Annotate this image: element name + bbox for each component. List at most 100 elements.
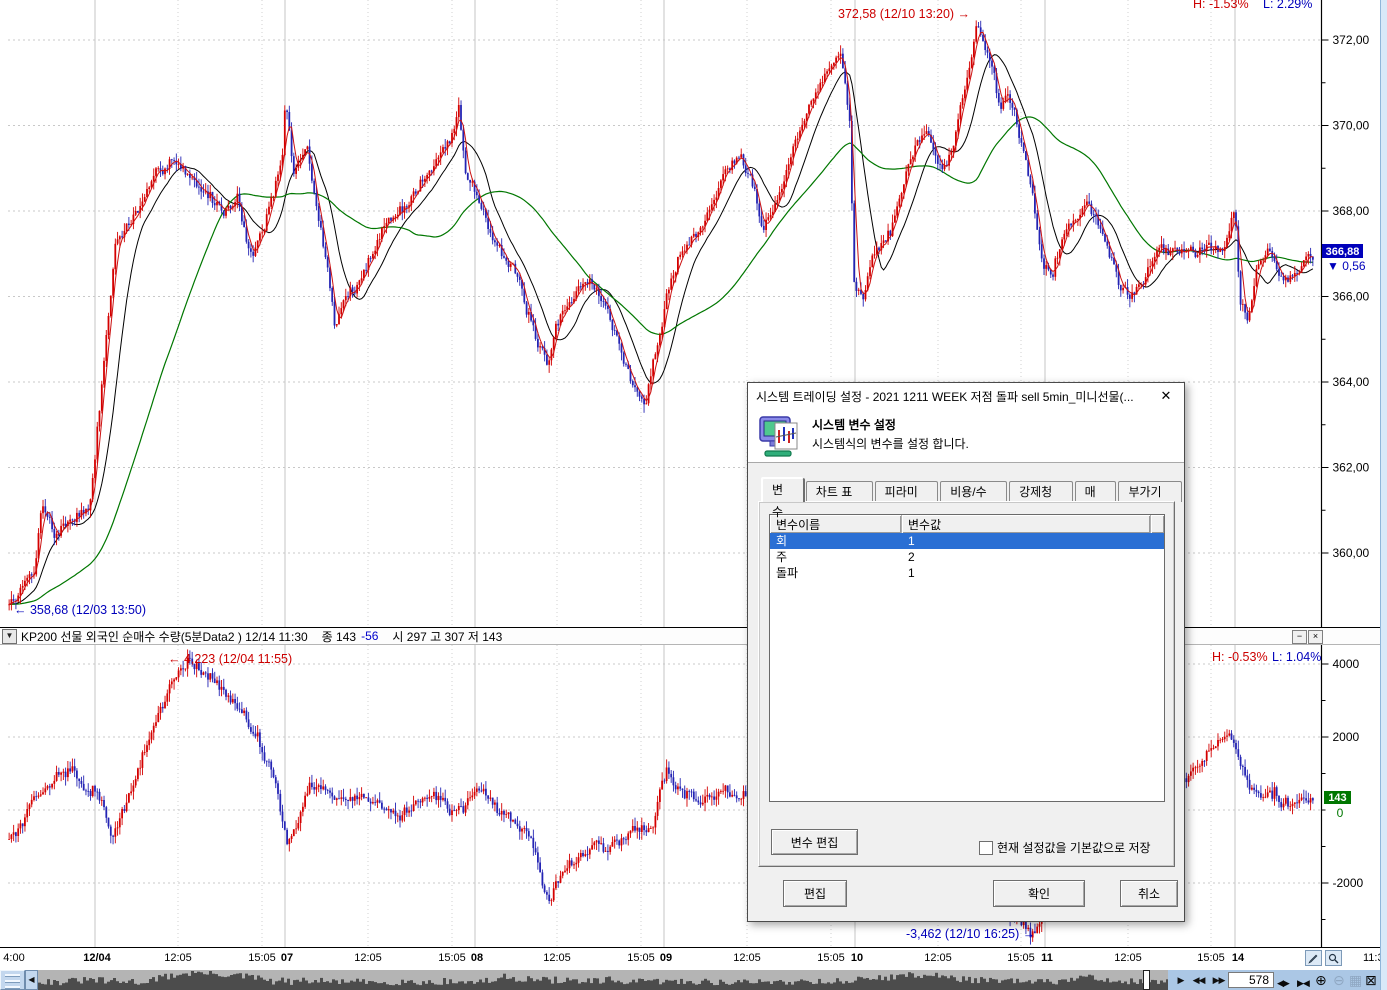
- y-axis-label: 360,00: [1333, 546, 1370, 560]
- variable-name: 회: [770, 533, 902, 549]
- y-axis-label: -2000: [1333, 876, 1364, 890]
- history-silhouette: [38, 970, 1168, 990]
- expand-bars-icon[interactable]: ◀▶: [1277, 974, 1289, 990]
- column-variable-value[interactable]: 변수값: [902, 515, 1151, 533]
- time-axis-label: 12/04: [83, 952, 111, 964]
- tab-4[interactable]: 비용/수량: [940, 481, 1007, 502]
- system-trading-settings-dialog: 시스템 트레이딩 설정 - 2021 1211 WEEK 저점 돌파 sell …: [747, 382, 1185, 922]
- cancel-button[interactable]: 취소: [1120, 880, 1178, 907]
- variable-row[interactable]: 돌파1: [770, 565, 1164, 581]
- dialog-titlebar[interactable]: 시스템 트레이딩 설정 - 2021 1211 WEEK 저점 돌파 sell …: [748, 383, 1184, 409]
- chart-annotation: -3,462 (12/10 16:25) →: [906, 927, 1035, 941]
- scroll-left-button[interactable]: ◀: [25, 970, 38, 990]
- tab-2[interactable]: 차트 표시: [806, 481, 873, 502]
- variables-list[interactable]: 변수이름 변수값 회1주2돌파1: [769, 514, 1165, 802]
- trading-app-window: 372,00 370,00 368,00 366,00 364,00 362,00 360,…: [0, 0, 1387, 990]
- time-axis-label: 15:05: [817, 952, 845, 964]
- change-value-text: 0: [1337, 806, 1344, 820]
- tab-6[interactable]: 매매: [1075, 481, 1117, 502]
- tab-5[interactable]: 강제청산: [1009, 481, 1073, 502]
- edit-button[interactable]: 편집: [783, 880, 847, 907]
- navigator-slider[interactable]: [1143, 970, 1150, 990]
- tab-7[interactable]: 부가기능: [1118, 481, 1182, 502]
- column-variable-name[interactable]: 변수이름: [770, 515, 902, 533]
- shrink-bars-icon[interactable]: ▶◀: [1297, 974, 1309, 990]
- chart-scroll-bar: ◀ ▶◀◀▶▶ ◀▶ ▶◀ ⊕ ⊖▦⊠: [0, 970, 1387, 990]
- draw-tool-button[interactable]: [1305, 950, 1322, 966]
- time-axis: 11:30 4:0012/0412:0515:050712:0515:05081…: [0, 947, 1387, 970]
- collapse-pane-button[interactable]: ▼: [2, 629, 17, 644]
- zoom-tool-button[interactable]: [1325, 950, 1342, 966]
- close-pane-button[interactable]: ×: [1308, 630, 1323, 644]
- lower-pane-title: KP200 선물 외국인 순매수 수량(5분Data2 ) 12/14 11:3…: [21, 628, 308, 645]
- time-axis-label: 15:05: [1197, 952, 1225, 964]
- zoom-out-icon[interactable]: ⊖: [1333, 971, 1345, 989]
- zoom-in-icon[interactable]: ⊕: [1315, 971, 1327, 989]
- low-percent-label: L: 2.29%: [1263, 0, 1312, 11]
- system-settings-icon: [757, 413, 805, 461]
- time-axis-label: 12:05: [1114, 952, 1142, 964]
- time-axis-label: 12:05: [354, 952, 382, 964]
- minimize-pane-button[interactable]: −: [1292, 630, 1307, 644]
- low-percent-label: L: 1.04%: [1272, 650, 1321, 664]
- history-navigator[interactable]: [38, 970, 1168, 990]
- chart-annotation: ← 358,68 (12/03 13:50): [14, 603, 146, 617]
- time-axis-label: 10: [851, 952, 863, 964]
- time-axis-label: 4:00: [3, 952, 24, 964]
- variable-row[interactable]: 주2: [770, 549, 1164, 565]
- change-value-text: ▼ 0,56: [1327, 259, 1366, 273]
- bar-count-input[interactable]: [1228, 972, 1274, 988]
- save-default-checkbox[interactable]: [979, 841, 993, 855]
- variable-value: 1: [902, 565, 1164, 581]
- splitter-grip-button[interactable]: [0, 970, 25, 990]
- dialog-header: 시스템 변수 설정 시스템식의 변수를 설정 합니다.: [748, 409, 1184, 463]
- y-axis-label: 372,00: [1333, 33, 1370, 47]
- variable-row[interactable]: 회1: [770, 533, 1164, 549]
- time-axis-label: 15:05: [438, 952, 466, 964]
- high-percent-label: H: -1.53%: [1193, 0, 1249, 11]
- chart-annotation: ← 4,223 (12/04 11:55): [168, 652, 292, 666]
- close-chart-icon[interactable]: ⊠: [1365, 971, 1377, 989]
- y-axis-label: 362,00: [1333, 461, 1370, 475]
- y-axis-label: 2000: [1333, 730, 1360, 744]
- time-axis-label: 14: [1232, 952, 1244, 964]
- column-extra: [1151, 515, 1164, 533]
- current-value-text: 143: [1328, 792, 1346, 804]
- grid-view-icon[interactable]: ▦: [1349, 971, 1362, 989]
- lower-pane-change-value: -56: [361, 629, 378, 643]
- variable-name: 주: [770, 549, 902, 565]
- tab-1[interactable]: 변수: [762, 478, 804, 502]
- chart-annotation: 372,58 (12/10 13:20) →: [838, 7, 970, 21]
- settings-tab-strip: 변수차트 표시피라미딩비용/수량강제청산매매부가기능: [762, 479, 1184, 502]
- time-axis-label: 11: [1041, 952, 1053, 964]
- time-axis-label: 12:05: [924, 952, 952, 964]
- ok-button[interactable]: 확인: [993, 880, 1085, 907]
- dialog-close-button[interactable]: ✕: [1152, 383, 1180, 409]
- variable-value: 2: [902, 549, 1164, 565]
- high-percent-label: H: -0.53%: [1212, 650, 1268, 664]
- time-axis-label: 12:05: [164, 952, 192, 964]
- time-axis-label: 12:05: [543, 952, 571, 964]
- variable-name: 돌파: [770, 565, 902, 581]
- time-axis-label: 15:05: [248, 952, 276, 964]
- window-right-frame: [1380, 0, 1387, 990]
- y-axis-label: 370,00: [1333, 119, 1370, 133]
- fast-backward-button[interactable]: ◀◀: [1190, 972, 1207, 988]
- time-axis-label: 15:05: [627, 952, 655, 964]
- pencil-icon: [1308, 953, 1319, 964]
- fast-forward-button[interactable]: ▶▶: [1210, 972, 1227, 988]
- lower-pane-ohl-values: 시 297 고 307 저 143: [392, 628, 502, 645]
- y-axis-label: 368,00: [1333, 204, 1370, 218]
- time-axis-label: 09: [660, 952, 672, 964]
- tab-3[interactable]: 피라미딩: [875, 481, 939, 502]
- edit-variable-button[interactable]: 변수 편집: [771, 829, 858, 855]
- time-axis-label: 08: [471, 952, 483, 964]
- save-default-checkbox-label[interactable]: 현재 설정값을 기본값으로 저장: [997, 839, 1151, 856]
- current-value-text: 366,88: [1326, 246, 1360, 258]
- y-axis-label: 364,00: [1333, 375, 1370, 389]
- lower-pane-close-value: 종 143: [322, 628, 356, 645]
- dialog-section-subtitle: 시스템식의 변수를 설정 합니다.: [812, 435, 969, 452]
- step-forward-button[interactable]: ▶: [1172, 972, 1189, 988]
- variable-value: 1: [902, 533, 1164, 549]
- y-axis-label: 366,00: [1333, 290, 1370, 304]
